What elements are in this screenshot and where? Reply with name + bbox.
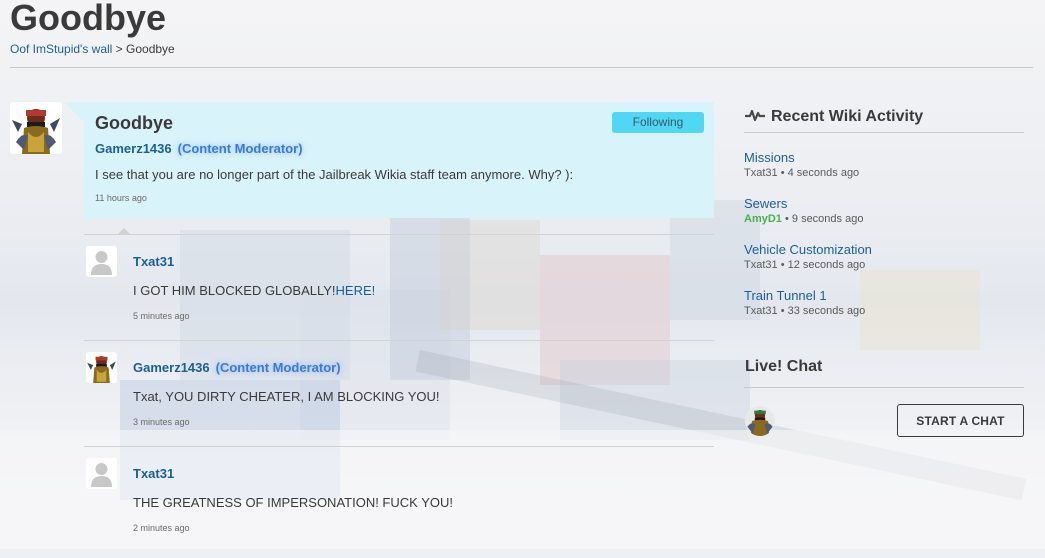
- post-author: Gamerz1436 (Content Moderator): [95, 141, 303, 156]
- author-link[interactable]: Txat31: [133, 254, 174, 269]
- activity-page-link[interactable]: Vehicle Customization: [744, 242, 872, 257]
- activity-time: 4 seconds ago: [787, 167, 860, 179]
- activity-user-link[interactable]: Txat31: [744, 305, 778, 317]
- activity-item: Vehicle Customization Txat31 • 12 second…: [744, 242, 872, 271]
- reply-timestamp[interactable]: 5 minutes ago: [133, 311, 190, 321]
- author-link[interactable]: Txat31: [133, 466, 174, 481]
- page: Goodbye Oof ImStupid's wall > Goodbye Go…: [0, 0, 1045, 549]
- activity-user-link[interactable]: AmyD1: [744, 213, 782, 225]
- activity-meta: Txat31 • 33 seconds ago: [744, 305, 865, 317]
- activity-item: Sewers AmyD1 • 9 seconds ago: [744, 196, 863, 225]
- activity-time: 33 seconds ago: [787, 305, 866, 317]
- sidebar-divider: [744, 387, 1024, 388]
- reply-divider: [84, 340, 714, 341]
- activity-page-link[interactable]: Sewers: [744, 196, 863, 211]
- activity-page-link[interactable]: Missions: [744, 150, 859, 165]
- activity-pulse-icon: [745, 107, 765, 128]
- activity-time: 12 seconds ago: [787, 259, 866, 271]
- reply-body: THE GREATNESS OF IMPERSONATION! FUCK YOU…: [133, 495, 453, 510]
- moderator-badge: (Content Moderator): [177, 141, 303, 156]
- reply-author: Txat31: [133, 466, 174, 481]
- bullet-separator: •: [780, 305, 785, 317]
- user-avatar-icon[interactable]: [10, 102, 62, 154]
- activity-user-link[interactable]: Txat31: [744, 167, 778, 179]
- live-chat-heading: Live! Chat: [745, 358, 823, 375]
- reply-item: Txat31 I GOT HIM BLOCKED GLOBALLY!HERE! …: [86, 246, 716, 346]
- recent-activity-title: Recent Wiki Activity: [771, 108, 924, 125]
- reply-timestamp[interactable]: 3 minutes ago: [133, 417, 190, 427]
- thread-post: Goodbye Following Gamerz1436 (Content Mod…: [64, 102, 714, 218]
- moderator-badge: (Content Moderator): [215, 360, 341, 375]
- sidebar-divider: [744, 132, 1024, 133]
- reply-divider: [84, 446, 714, 447]
- bullet-separator: •: [780, 259, 785, 271]
- user-avatar-icon[interactable]: [86, 352, 117, 383]
- activity-user-link[interactable]: Txat31: [744, 259, 778, 271]
- recent-activity-heading: Recent Wiki Activity: [745, 107, 923, 128]
- bullet-separator: •: [780, 167, 785, 179]
- reply-item: Txat31 THE GREATNESS OF IMPERSONATION! F…: [86, 458, 716, 558]
- reply-item: Gamerz1436 (Content Moderator) Txat, YOU …: [86, 352, 716, 452]
- bullet-separator: •: [784, 213, 789, 225]
- activity-time: 9 seconds ago: [791, 213, 864, 225]
- default-avatar-icon[interactable]: [86, 458, 117, 489]
- here-link[interactable]: HERE!: [336, 283, 376, 298]
- reply-divider: [84, 228, 714, 235]
- default-avatar-icon[interactable]: [86, 246, 117, 277]
- author-link[interactable]: Gamerz1436: [95, 141, 172, 156]
- activity-item: Missions Txat31 • 4 seconds ago: [744, 150, 859, 179]
- reply-timestamp[interactable]: 2 minutes ago: [133, 523, 190, 533]
- reply-body: Txat, YOU DIRTY CHEATER, I AM BLOCKING Y…: [133, 389, 440, 404]
- reply-text: I GOT HIM BLOCKED GLOBALLY!: [133, 283, 336, 298]
- breadcrumb: Oof ImStupid's wall > Goodbye: [10, 42, 175, 56]
- breadcrumb-separator: >: [115, 42, 123, 56]
- post-body: I see that you are no longer part of the…: [95, 167, 574, 182]
- breadcrumb-parent-link[interactable]: Oof ImStupid's wall: [10, 42, 112, 56]
- activity-meta: AmyD1 • 9 seconds ago: [744, 213, 863, 225]
- start-chat-button[interactable]: START A CHAT: [897, 404, 1024, 437]
- reply-author: Gamerz1436 (Content Moderator): [133, 360, 341, 375]
- activity-page-link[interactable]: Train Tunnel 1: [744, 288, 865, 303]
- header-divider: [10, 67, 1033, 68]
- activity-meta: Txat31 • 4 seconds ago: [744, 167, 859, 179]
- activity-meta: Txat31 • 12 seconds ago: [744, 259, 872, 271]
- following-button[interactable]: Following: [612, 112, 704, 133]
- activity-item: Train Tunnel 1 Txat31 • 33 seconds ago: [744, 288, 865, 317]
- post-timestamp[interactable]: 11 hours ago: [95, 193, 147, 203]
- chat-user-avatar-icon[interactable]: [745, 406, 775, 436]
- reply-body: I GOT HIM BLOCKED GLOBALLY!HERE!: [133, 283, 375, 298]
- page-title: Goodbye: [10, 0, 167, 38]
- breadcrumb-current: Goodbye: [126, 42, 175, 56]
- reply-author: Txat31: [133, 254, 174, 269]
- thread-title: Goodbye: [95, 113, 174, 133]
- author-link[interactable]: Gamerz1436: [133, 360, 210, 375]
